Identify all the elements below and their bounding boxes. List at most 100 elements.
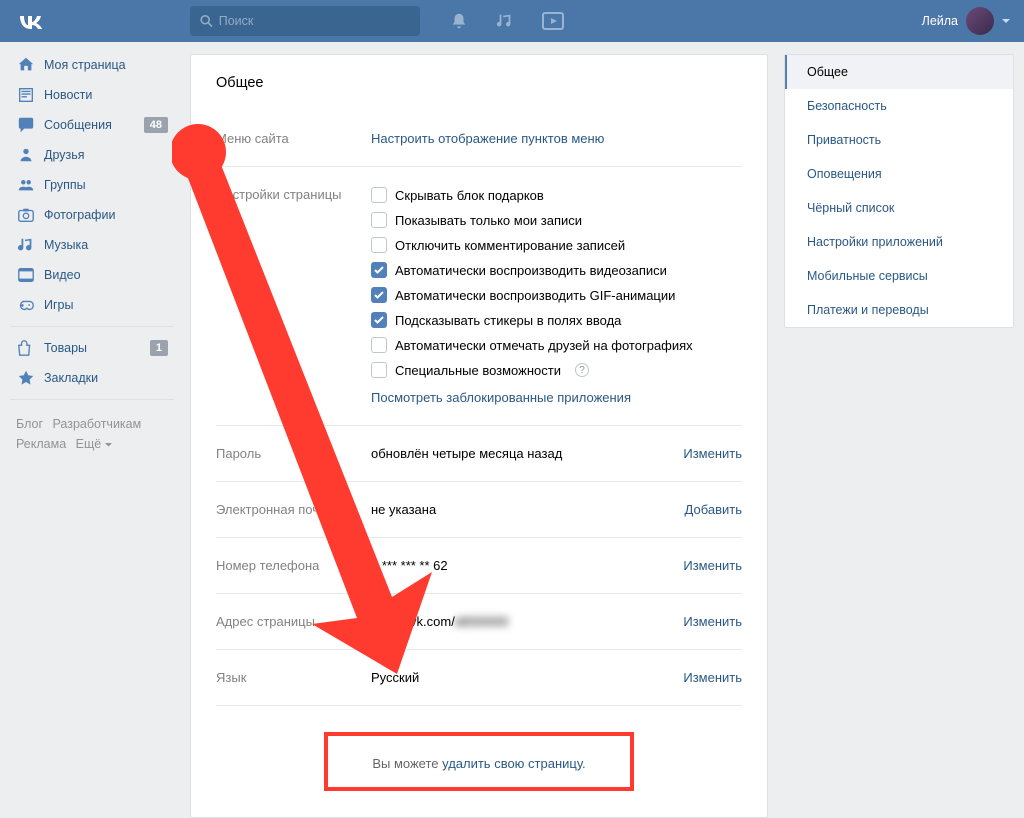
- footer-dev[interactable]: Разработчикам: [53, 417, 142, 431]
- lang-change[interactable]: Изменить: [683, 670, 742, 685]
- checkbox-7[interactable]: Специальные возможности?: [371, 362, 742, 378]
- nav-label: Закладки: [44, 371, 98, 385]
- goods-icon: [16, 338, 36, 358]
- help-icon[interactable]: ?: [575, 363, 589, 377]
- checkbox-3[interactable]: Автоматически воспроизводить видеозаписи: [371, 262, 742, 278]
- user-name: Лейла: [922, 14, 958, 28]
- row-page-settings: Настройки страницы Скрывать блок подарко…: [216, 166, 742, 425]
- tab-Общее[interactable]: Общее: [785, 55, 1013, 89]
- vk-logo[interactable]: [10, 1, 50, 41]
- nav-footer: Блог Разработчикам Реклама Ещё: [10, 406, 174, 462]
- groups-icon: [16, 175, 36, 195]
- url-change[interactable]: Изменить: [683, 614, 742, 629]
- tab-Платежи и переводы[interactable]: Платежи и переводы: [785, 293, 1013, 327]
- password-change[interactable]: Изменить: [683, 446, 742, 461]
- sidebar-item-games[interactable]: Игры: [10, 290, 174, 320]
- page-title: Общее: [216, 75, 742, 91]
- menu-config-link[interactable]: Настроить отображение пунктов меню: [371, 131, 604, 146]
- sidebar-item-goods[interactable]: Товары 1: [10, 333, 174, 363]
- search-input[interactable]: [219, 14, 410, 28]
- notifications-icon[interactable]: [450, 12, 468, 30]
- avatar: [966, 7, 994, 35]
- nav-label: Моя страница: [44, 58, 126, 72]
- nav-label: Новости: [44, 88, 92, 102]
- settings-panel: Общее Меню сайта Настроить отображение п…: [190, 54, 768, 818]
- checkbox-box: [371, 312, 387, 328]
- news-icon: [16, 85, 36, 105]
- friends-icon: [16, 145, 36, 165]
- nav-label: Фотографии: [44, 208, 115, 222]
- settings-tabs: ОбщееБезопасностьПриватностьОповещенияЧё…: [784, 54, 1014, 328]
- sidebar-item-photo[interactable]: Фотографии: [10, 200, 174, 230]
- checkbox-box: [371, 337, 387, 353]
- checkbox-label: Показывать только мои записи: [395, 213, 582, 228]
- nav-label: Видео: [44, 268, 81, 282]
- vk-logo-icon: [17, 13, 43, 29]
- sidebar-item-msg[interactable]: Сообщения 48: [10, 110, 174, 140]
- tab-Безопасность[interactable]: Безопасность: [785, 89, 1013, 123]
- checkbox-5[interactable]: Подсказывать стикеры в полях ввода: [371, 312, 742, 328]
- sidebar-item-star[interactable]: Закладки: [10, 363, 174, 393]
- row-phone: Номер телефона 7 *** *** ** 62 Изменить: [216, 537, 742, 593]
- tab-Настройки приложений[interactable]: Настройки приложений: [785, 225, 1013, 259]
- footer-more[interactable]: Ещё: [76, 437, 112, 451]
- music-icon: [16, 235, 36, 255]
- checkbox-label: Автоматически воспроизводить GIF-анимаци…: [395, 288, 675, 303]
- tab-Чёрный список[interactable]: Чёрный список: [785, 191, 1013, 225]
- nav-label: Друзья: [44, 148, 85, 162]
- row-lang: Язык Русский Изменить: [216, 649, 742, 705]
- games-icon: [16, 295, 36, 315]
- phone-value: 7 *** *** ** 62: [371, 558, 683, 573]
- row-email: Электронная почта не указана Добавить: [216, 481, 742, 537]
- row-password: Пароль обновлён четыре месяца назад Изме…: [216, 425, 742, 481]
- msg-icon: [16, 115, 36, 135]
- nav-badge: 48: [144, 117, 168, 133]
- tab-Приватность[interactable]: Приватность: [785, 123, 1013, 157]
- delete-page-link[interactable]: удалить свою страницу.: [442, 756, 586, 771]
- email-value: не указана: [371, 502, 685, 517]
- sidebar-item-music[interactable]: Музыка: [10, 230, 174, 260]
- checkbox-6[interactable]: Автоматически отмечать друзей на фотогра…: [371, 337, 742, 353]
- row-site-menu: Меню сайта Настроить отображение пунктов…: [216, 111, 742, 166]
- tab-Мобильные сервисы[interactable]: Мобильные сервисы: [785, 259, 1013, 293]
- checkbox-box: [371, 262, 387, 278]
- checkbox-0[interactable]: Скрывать блок подарков: [371, 187, 742, 203]
- checkbox-box: [371, 212, 387, 228]
- search-icon: [200, 14, 213, 28]
- blocked-apps-link[interactable]: Посмотреть заблокированные приложения: [371, 390, 631, 405]
- sidebar-item-news[interactable]: Новости: [10, 80, 174, 110]
- sidebar-item-video[interactable]: Видео: [10, 260, 174, 290]
- header-bar: Лейла: [0, 0, 1024, 42]
- photo-icon: [16, 205, 36, 225]
- email-add[interactable]: Добавить: [685, 502, 742, 517]
- user-menu[interactable]: Лейла: [922, 7, 1010, 35]
- nav-label: Сообщения: [44, 118, 112, 132]
- sidebar-item-groups[interactable]: Группы: [10, 170, 174, 200]
- music-header-icon[interactable]: [496, 12, 514, 30]
- sidebar-item-friends[interactable]: Друзья: [10, 140, 174, 170]
- nav-label: Группы: [44, 178, 86, 192]
- tab-Оповещения[interactable]: Оповещения: [785, 157, 1013, 191]
- video-header-icon[interactable]: [542, 12, 564, 30]
- footer-ads[interactable]: Реклама: [16, 437, 66, 451]
- checkbox-label: Автоматически воспроизводить видеозаписи: [395, 263, 667, 278]
- checkbox-2[interactable]: Отключить комментирование записей: [371, 237, 742, 253]
- checkbox-box: [371, 287, 387, 303]
- checkbox-box: [371, 187, 387, 203]
- home-icon: [16, 55, 36, 75]
- checkbox-1[interactable]: Показывать только мои записи: [371, 212, 742, 228]
- checkbox-4[interactable]: Автоматически воспроизводить GIF-анимаци…: [371, 287, 742, 303]
- nav-label: Игры: [44, 298, 73, 312]
- sidebar-item-home[interactable]: Моя страница: [10, 50, 174, 80]
- search-box[interactable]: [190, 6, 420, 36]
- url-value: https://vk.com/id000000: [371, 614, 683, 629]
- checkbox-label: Скрывать блок подарков: [395, 188, 544, 203]
- nav-label: Товары: [44, 341, 87, 355]
- row-url: Адрес страницы https://vk.com/id000000 И…: [216, 593, 742, 649]
- checkbox-box: [371, 237, 387, 253]
- footer-blog[interactable]: Блог: [16, 417, 43, 431]
- phone-change[interactable]: Изменить: [683, 558, 742, 573]
- nav-badge: 1: [150, 340, 168, 356]
- delete-highlight-box: Вы можете удалить свою страницу.: [324, 732, 633, 791]
- checkbox-label: Отключить комментирование записей: [395, 238, 625, 253]
